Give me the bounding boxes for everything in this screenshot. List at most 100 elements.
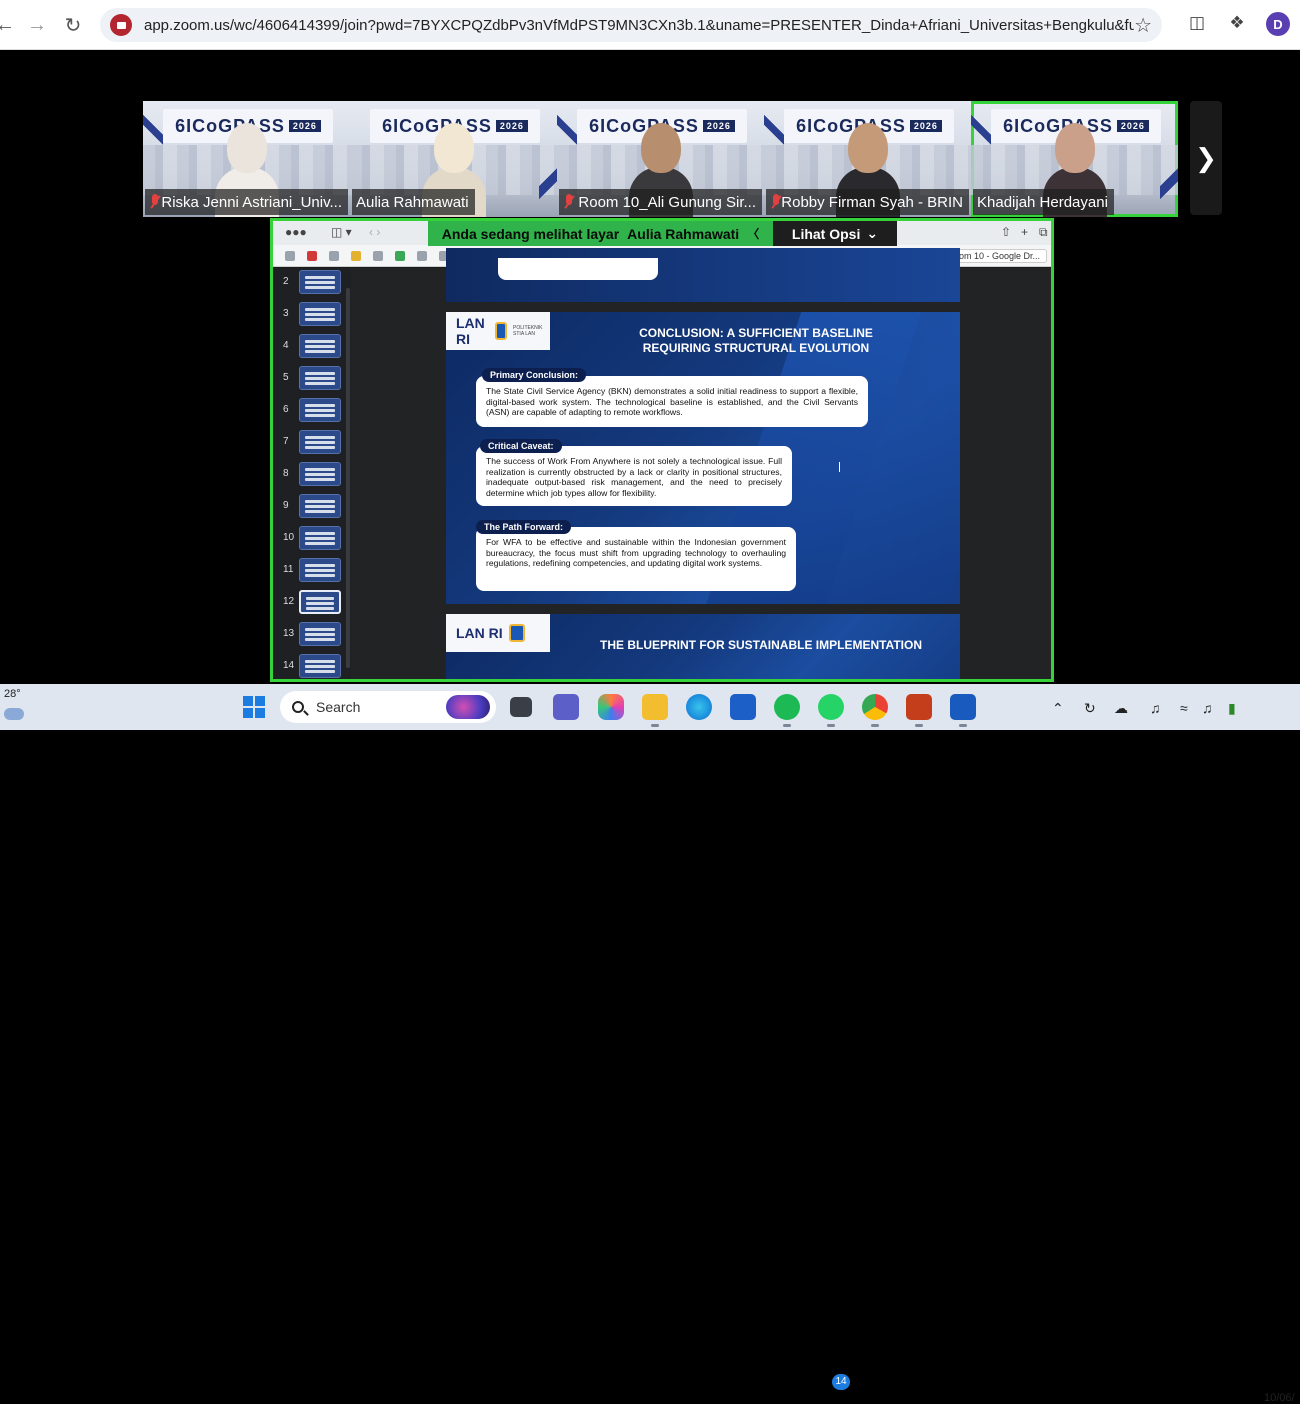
participant-tile-active-speaker[interactable]: 6ICoGPASS 2026 Khadijah Herdayani <box>971 101 1178 217</box>
bookmark-icon[interactable] <box>329 250 339 261</box>
bookmark-icon[interactable] <box>351 250 361 261</box>
share-icon[interactable]: ⇧ <box>1001 225 1011 239</box>
slide-number: 11 <box>283 564 294 575</box>
view-options-button[interactable]: Lihat Opsi ⌄ <box>773 221 897 246</box>
slide-thumbnail[interactable] <box>299 494 341 518</box>
slide-thumbnail[interactable] <box>299 526 341 550</box>
weather-widget[interactable]: 28° <box>4 688 34 720</box>
task-view-icon[interactable] <box>510 697 532 717</box>
bookmark-icon[interactable] <box>373 250 383 261</box>
slide-thumbnail[interactable] <box>299 302 341 326</box>
participant-name: Khadijah Herdayani <box>973 189 1114 215</box>
next-participants-chevron-icon[interactable]: ❯ <box>1190 101 1222 215</box>
wifi-icon[interactable]: ≈ <box>1180 700 1188 716</box>
viewing-screen-banner: Anda sedang melihat layar Aulia Rahmawat… <box>428 221 773 246</box>
slide-number: 3 <box>283 308 289 319</box>
sync-icon[interactable]: ↻ <box>1084 700 1096 717</box>
bookmark-icon[interactable] <box>395 250 405 261</box>
slide-thumbnail[interactable] <box>299 398 341 422</box>
zoom-site-icon <box>110 14 132 36</box>
slide-title: CONCLUSION: A SUFFICIENT BASELINE REQUIR… <box>639 326 873 355</box>
shared-screen: ●●● ◫ ▾ ‹ › ⇧ + ⧉ Anda sedang melihat la… <box>270 218 1054 682</box>
slide-thumbnail-panel: 2 3 4 5 6 7 8 9 10 11 12 13 14 <box>273 268 351 679</box>
path-forward-card: For WFA to be effective and sustainable … <box>476 527 796 591</box>
conclusion-card: The State Civil Service Agency (BKN) dem… <box>476 376 868 427</box>
backdrop-stripe <box>971 105 991 145</box>
thumbnail-scrollbar[interactable] <box>346 288 350 668</box>
microphone-icon[interactable]: ♫ <box>1150 700 1161 716</box>
search-icon <box>292 701 304 713</box>
mouse-cursor-icon <box>839 462 845 472</box>
slide-number: 5 <box>283 372 289 383</box>
bookmark-icon[interactable] <box>417 250 427 261</box>
taskbar-search[interactable]: Search <box>280 691 496 723</box>
back-arrow-icon[interactable]: ‹ › <box>369 225 380 239</box>
slide-thumbnail[interactable] <box>299 430 341 454</box>
lan-ri-logo: LAN RI <box>446 614 550 652</box>
section-label: The Path Forward: <box>476 520 572 534</box>
slide-thumbnail[interactable] <box>299 270 341 294</box>
slide-number: 9 <box>283 500 289 511</box>
profile-avatar[interactable]: D <box>1266 12 1290 36</box>
slide-thumbnail[interactable] <box>299 558 341 582</box>
slide-thumbnail[interactable] <box>299 590 341 614</box>
taskbar-date[interactable]: 10/06/ <box>1264 1392 1295 1404</box>
participant-tile[interactable]: 6ICoGPASS 2026 Riska Jenni Astriani_Univ.… <box>143 101 350 217</box>
reload-icon[interactable]: ↻ <box>58 10 88 40</box>
slide-title: THE BLUEPRINT FOR SUSTAINABLE IMPLEMENTA… <box>600 638 922 652</box>
chevron-up-icon[interactable]: ⌃ <box>1052 700 1064 717</box>
address-bar[interactable]: app.zoom.us/wc/4606414399/join?pwd=7BYXC… <box>100 8 1162 42</box>
stia-lan-badge-icon <box>494 322 508 340</box>
mic-muted-icon: 〈 <box>747 227 760 241</box>
forward-icon[interactable]: → <box>22 10 52 40</box>
backdrop-stripe <box>143 105 163 145</box>
slides-workspace: 2 3 4 5 6 7 8 9 10 11 12 13 14 LAN RI POLITEKNIK STI… <box>273 248 1051 679</box>
backdrop-stripe <box>539 151 557 211</box>
viewing-label: Anda sedang melihat layar <box>441 225 620 242</box>
slide-thumbnail[interactable] <box>299 622 341 646</box>
browser-toolbar: ← → ↻ app.zoom.us/wc/4606414399/join?pwd… <box>0 0 1300 50</box>
section-label: Critical Caveat: <box>480 439 562 453</box>
bookmark-icon[interactable] <box>307 250 317 261</box>
back-icon[interactable]: ← <box>0 10 20 40</box>
bookmark-star-icon[interactable]: ☆ <box>1134 13 1152 38</box>
section-label: Primary Conclusion: <box>482 368 587 382</box>
participant-tile[interactable]: 6ICoGPASS 2026 Robby Firman Syah - BRIN <box>764 101 971 217</box>
volume-icon[interactable]: ♫ <box>1202 700 1213 716</box>
backdrop-stripe <box>557 105 577 145</box>
new-tab-icon[interactable]: + <box>1021 225 1028 239</box>
participant-tile[interactable]: 6ICoGPASS 2026 Aulia Rahmawati <box>350 101 557 217</box>
url-text[interactable]: app.zoom.us/wc/4606414399/join?pwd=7BYXC… <box>144 17 1134 34</box>
extensions-icon[interactable]: ❖ <box>1226 13 1248 35</box>
windows-taskbar: 28° Search 14 ⌃ ↻ ☁ ♫ ≈ ♫ ▮ 10/06/ <box>0 684 1300 1404</box>
reading-list-icon[interactable]: ◫ <box>1186 13 1208 35</box>
previous-slide-edge <box>446 248 960 302</box>
slide-number: 7 <box>283 436 289 447</box>
participant-name: Robby Firman Syah - BRIN <box>766 189 969 215</box>
battery-icon[interactable]: ▮ <box>1228 700 1236 717</box>
teams-icon[interactable] <box>553 694 579 720</box>
chrome-icon[interactable] <box>862 694 888 727</box>
slide-thumbnail[interactable] <box>299 462 341 486</box>
word-icon[interactable] <box>950 694 976 727</box>
slide-thumbnail[interactable] <box>299 366 341 390</box>
mic-muted-icon <box>563 194 574 210</box>
windows-start-icon[interactable] <box>243 696 265 718</box>
cloud-sync-icon[interactable]: ☁ <box>1114 700 1128 717</box>
powerpoint-icon[interactable] <box>906 694 932 727</box>
file-explorer-icon[interactable] <box>642 694 668 727</box>
search-highlight-icon <box>446 695 490 719</box>
whatsapp-icon[interactable] <box>818 694 844 727</box>
copilot-icon[interactable] <box>598 694 624 720</box>
backdrop-stripe <box>1160 151 1178 211</box>
edge-icon[interactable] <box>686 694 712 720</box>
slide-number: 4 <box>283 340 289 351</box>
store-icon[interactable] <box>730 694 756 720</box>
tabs-overview-icon[interactable]: ⧉ <box>1039 225 1048 240</box>
slide-thumbnail[interactable] <box>299 334 341 358</box>
bookmark-icon[interactable] <box>285 250 295 261</box>
slide-thumbnail[interactable] <box>299 654 341 678</box>
sidebar-toggle-icon[interactable]: ◫ ▾ <box>331 225 352 239</box>
spotify-icon[interactable] <box>774 694 800 727</box>
participant-tile[interactable]: 6ICoGPASS 2026 Room 10_Ali Gunung Sir... <box>557 101 764 217</box>
